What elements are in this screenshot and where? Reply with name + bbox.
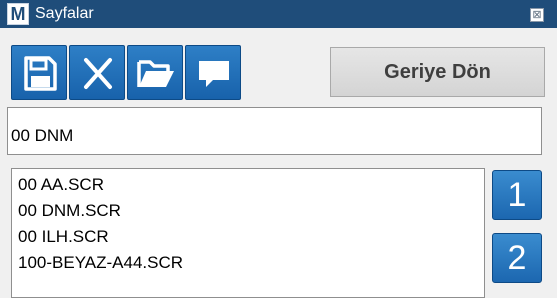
- list-item[interactable]: 100-BEYAZ-A44.SCR: [12, 250, 484, 276]
- window-title: Sayfalar: [35, 5, 94, 22]
- title-bar: M Sayfalar ⊠: [0, 0, 557, 28]
- save-icon: [24, 56, 57, 91]
- file-list[interactable]: 00 AA.SCR 00 DNM.SCR 00 ILH.SCR 100-BEYA…: [11, 168, 485, 298]
- delete-button[interactable]: [69, 45, 125, 100]
- page-name-input[interactable]: [7, 107, 542, 155]
- app-logo: M: [7, 3, 29, 25]
- comment-icon: [199, 61, 229, 87]
- window-close-button[interactable]: ⊠: [530, 8, 544, 22]
- folder-open-icon: [137, 60, 174, 87]
- list-item[interactable]: 00 ILH.SCR: [12, 224, 484, 250]
- back-button[interactable]: Geriye Dön: [330, 47, 545, 97]
- page-2-button[interactable]: 2: [492, 233, 542, 283]
- comment-button[interactable]: [185, 45, 241, 100]
- open-folder-button[interactable]: [127, 45, 183, 100]
- list-item[interactable]: 00 AA.SCR: [12, 172, 484, 198]
- list-item[interactable]: 00 DNM.SCR: [12, 198, 484, 224]
- page-1-button[interactable]: 1: [492, 170, 542, 220]
- close-x-icon: [84, 58, 112, 89]
- save-button[interactable]: [11, 45, 67, 100]
